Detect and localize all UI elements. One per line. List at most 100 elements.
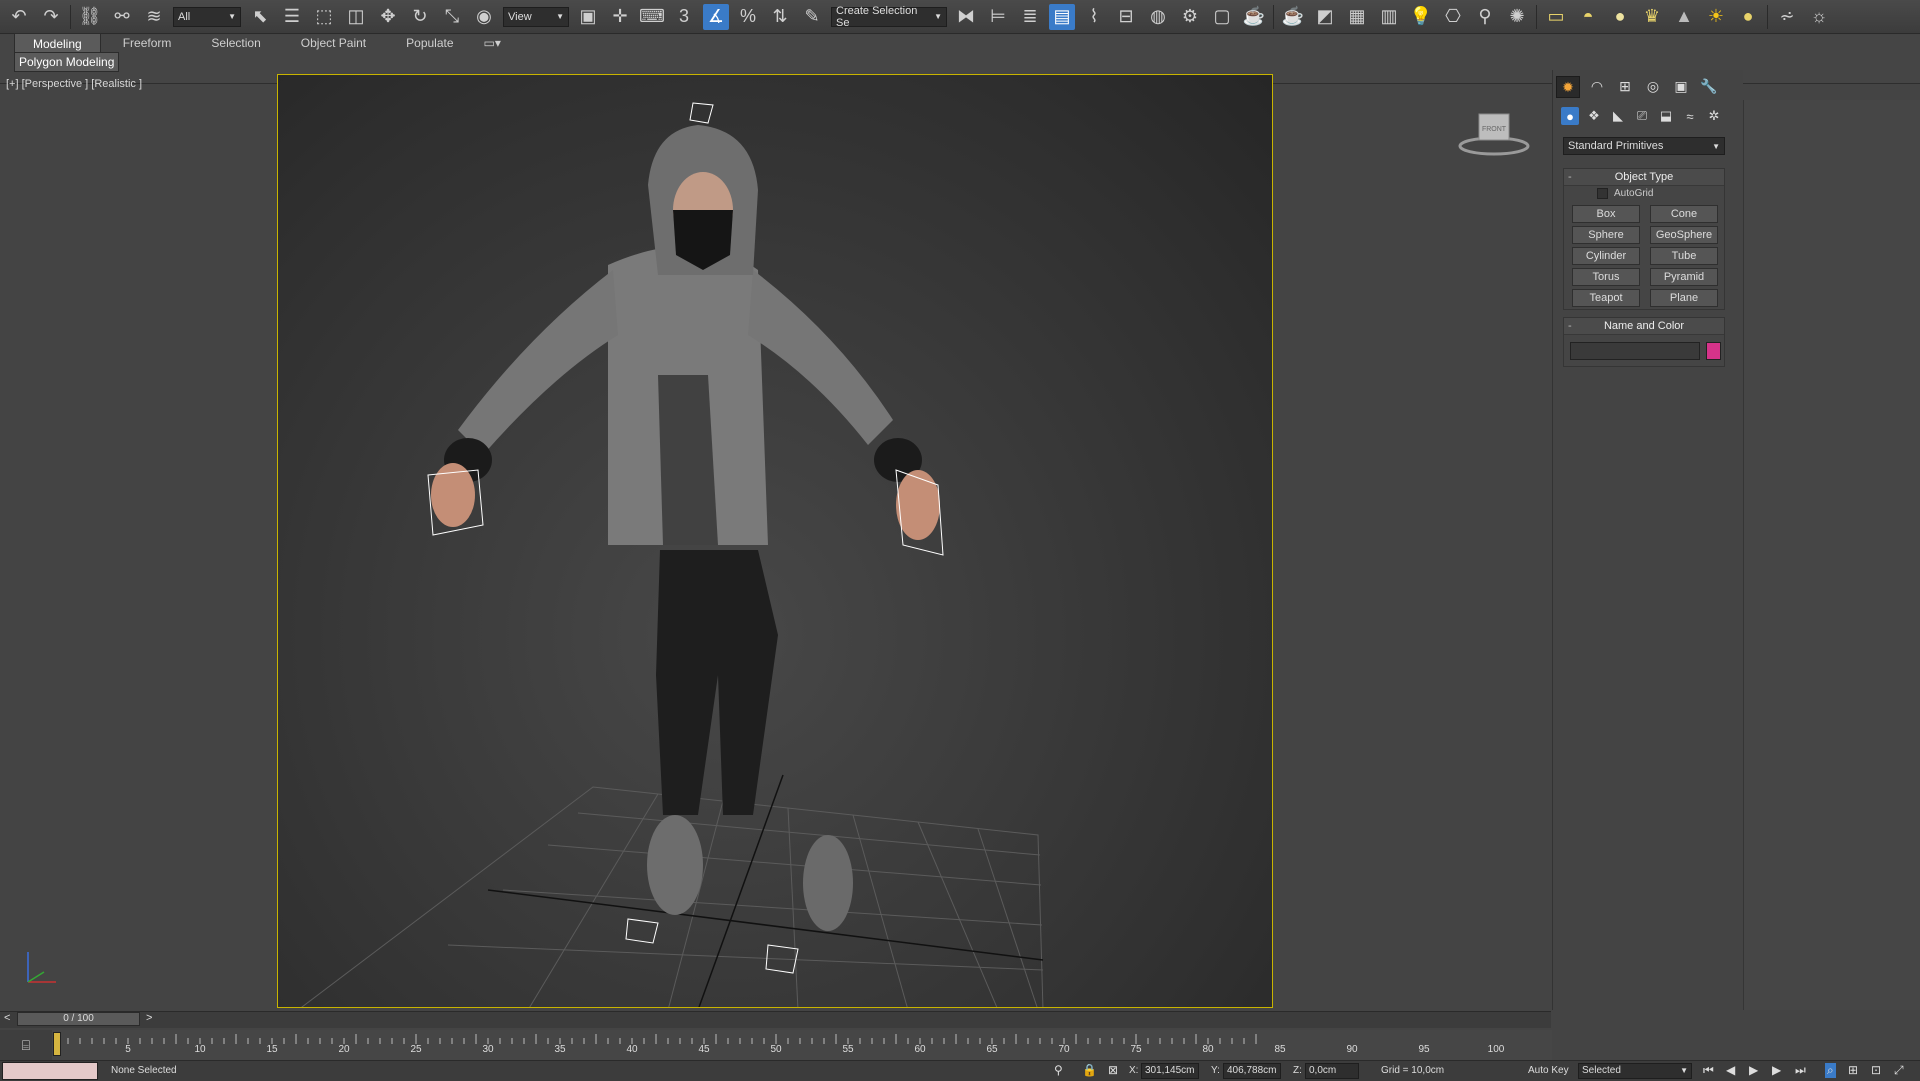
sphere-shape-icon[interactable]: ● [1607,4,1633,30]
ribbon-options-icon[interactable]: ▭▾ [476,33,509,54]
lights-icon[interactable]: ◣ [1609,107,1627,125]
keyboard-shortcut-override-icon[interactable]: ⌨ [639,4,665,30]
helpers-icon[interactable]: ⬓ [1657,107,1675,125]
time-cursor[interactable] [53,1032,61,1056]
select-object-icon[interactable]: ⬉ [247,4,273,30]
plane-button[interactable]: Plane [1650,289,1718,307]
angle-snap-icon[interactable]: ∡ [703,3,729,30]
geometry-icon[interactable]: ● [1561,107,1579,125]
cone-shape-icon[interactable]: ▲ [1671,4,1697,30]
zoom-extents-icon[interactable]: ⊡ [1871,1063,1881,1077]
tab-object-paint[interactable]: Object Paint [283,33,384,54]
previous-frame-icon[interactable]: ◀ [1726,1063,1735,1077]
y-coord-field[interactable]: 406,788cm [1223,1063,1281,1079]
material-editor-icon[interactable]: ◍ [1145,4,1171,30]
track-bar-menu-icon[interactable]: ⌸ [0,1030,52,1060]
create-tab-icon[interactable]: ✹ [1556,76,1580,98]
autogrid-checkbox[interactable] [1597,188,1608,199]
torus-button[interactable]: Torus [1572,268,1640,286]
render-production-icon[interactable]: ☕ [1241,4,1267,30]
sky-light-icon[interactable]: ● [1735,4,1761,30]
time-slider-prev-button[interactable]: < [4,1012,10,1024]
name-and-color-header[interactable]: - Name and Color [1564,318,1724,335]
geosphere-button[interactable]: GeoSphere [1650,226,1718,244]
box-button[interactable]: Box [1572,205,1640,223]
align-icon[interactable]: ⊨ [985,4,1011,30]
tube-button[interactable]: Tube [1650,247,1718,265]
motion-tab-icon[interactable]: ◎ [1642,76,1664,96]
tab-populate[interactable]: Populate [388,33,471,54]
cameras-icon[interactable]: ⎚ [1633,107,1651,125]
tab-modeling[interactable]: Modeling [14,33,101,54]
modify-tab-icon[interactable]: ◠ [1586,76,1608,96]
helper-icon[interactable]: ⚲ [1472,4,1498,30]
maximize-viewport-icon[interactable]: ⤢ [1894,1063,1904,1078]
go-to-start-icon[interactable]: ⏮ [1703,1063,1714,1078]
lock-selection-icon[interactable]: 🔒 [1082,1063,1097,1077]
select-move-icon[interactable]: ✥ [375,4,401,30]
viewcube-icon[interactable]: FRONT [1454,108,1534,158]
hierarchy-tab-icon[interactable]: ⊞ [1614,76,1636,96]
layer-explorer-icon[interactable]: ≣ [1017,4,1043,30]
particles-icon[interactable]: ✺ [1504,4,1530,30]
link-icon[interactable]: ⛓ [77,4,103,30]
object-type-header[interactable]: - Object Type [1564,169,1724,186]
grid-icon[interactable]: ▦ [1344,4,1370,30]
pyramid-button[interactable]: Pyramid [1650,268,1718,286]
perspective-viewport[interactable] [277,74,1273,1008]
spinner-snap-icon[interactable]: ⇅ [767,4,793,30]
display-tab-icon[interactable]: ▣ [1670,76,1692,96]
pivot-center-icon[interactable]: ▣ [575,4,601,30]
redo-icon[interactable]: ↷ [38,4,64,30]
utilities-tab-icon[interactable]: 🔧 [1698,76,1720,96]
absolute-mode-icon[interactable]: ⊠ [1108,1063,1118,1077]
selection-filter-dropdown[interactable]: All ▼ [173,6,241,27]
scene-explorer-icon[interactable]: ▤ [1049,3,1075,30]
cylinder-button[interactable]: Cylinder [1572,247,1640,265]
primitive-type-dropdown[interactable]: Standard Primitives ▼ [1563,137,1725,155]
mirror-icon[interactable]: ⧓ [953,4,979,30]
time-slider[interactable]: 0 / 100 [17,1012,140,1026]
reference-coordinate-dropdown[interactable]: View ▼ [503,6,569,27]
plane-shape-icon[interactable]: ▭ [1543,4,1569,30]
render-setup-icon[interactable]: ⚙ [1177,4,1203,30]
table-icon[interactable]: ▥ [1376,4,1402,30]
window-crossing-icon[interactable]: ◫ [343,4,369,30]
zoom-all-icon[interactable]: ⊞ [1848,1063,1858,1077]
dome-shape-icon[interactable]: ◓ [1575,4,1601,30]
next-frame-icon[interactable]: ▶ [1772,1063,1781,1077]
box-icon[interactable]: ◩ [1312,4,1338,30]
tab-selection[interactable]: Selection [193,33,278,54]
select-by-name-icon[interactable]: ☰ [279,4,305,30]
select-manipulate-icon[interactable]: ✛ [607,4,633,30]
percent-snap-icon[interactable]: % [735,4,761,30]
undo-icon[interactable]: ↶ [6,4,32,30]
shapes-icon[interactable]: ❖ [1585,107,1603,125]
object-color-swatch[interactable] [1706,342,1721,360]
select-rotate-icon[interactable]: ↻ [407,4,433,30]
go-to-end-icon[interactable]: ⏭ [1795,1063,1806,1078]
isolate-selection-icon[interactable]: ⚲ [1054,1063,1063,1077]
space-warps-icon[interactable]: ≈ [1681,107,1699,125]
autogrid-row[interactable]: AutoGrid [1597,188,1653,199]
systems-icon[interactable]: ✲ [1705,107,1723,125]
zoom-icon[interactable]: ⌕ [1825,1063,1836,1078]
placement-icon[interactable]: ◉ [471,4,497,30]
named-selection-set-dropdown[interactable]: Create Selection Se ▼ [831,5,947,29]
viewport-label[interactable]: [+] [Perspective ] [Realistic ] [6,78,142,90]
schematic-view-icon[interactable]: ⊟ [1113,4,1139,30]
curve-editor-icon[interactable]: ⌇ [1081,4,1107,30]
bind-space-warp-icon[interactable]: ≋ [141,4,167,30]
x-coord-field[interactable]: 301,145cm [1141,1063,1199,1079]
cone-button[interactable]: Cone [1650,205,1718,223]
light-bulb-icon[interactable]: 💡 [1408,4,1434,30]
key-filter-dropdown[interactable]: Selected ▼ [1578,1063,1692,1079]
edit-named-selection-icon[interactable]: ✎ [799,4,825,30]
teapot-button[interactable]: Teapot [1572,289,1640,307]
rectangular-selection-icon[interactable]: ⬚ [311,4,337,30]
tab-freeform[interactable]: Freeform [105,33,190,54]
maxscript-listener-mini[interactable] [2,1062,98,1080]
select-scale-icon[interactable]: ⤡ [439,4,465,30]
unlink-icon[interactable]: ⚯ [109,4,135,30]
play-icon[interactable]: ▶ [1749,1063,1758,1077]
